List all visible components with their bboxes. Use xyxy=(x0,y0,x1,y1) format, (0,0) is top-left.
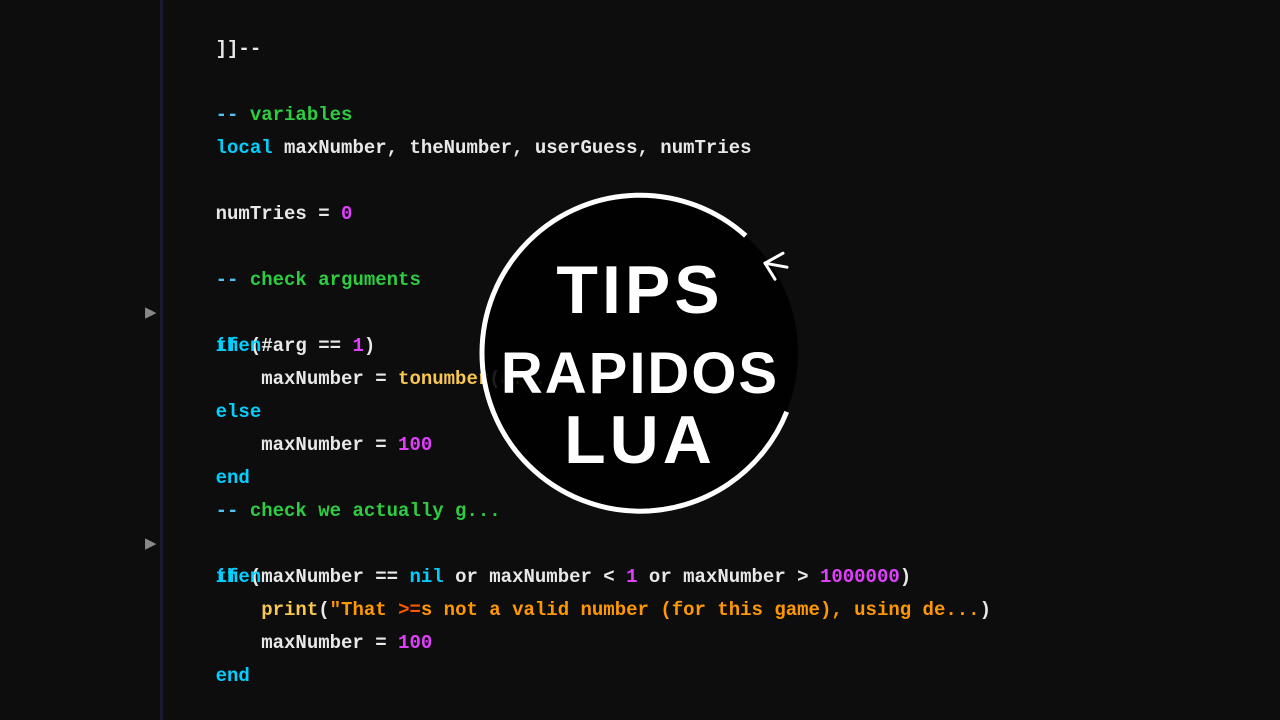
code-line-1: ]]-- xyxy=(170,0,1280,33)
code-line-comment1: -- variables xyxy=(170,66,1280,99)
code-line-blank5 xyxy=(170,693,1280,720)
code-line-then2: then xyxy=(170,528,1280,561)
line-gutter xyxy=(160,0,163,720)
svg-text:RAPIDOS: RAPIDOS xyxy=(501,341,779,406)
logo-overlay: TIPS RAPIDOS LUA xyxy=(470,183,810,523)
code-line-blank1 xyxy=(170,33,1280,66)
code-line-blank4 xyxy=(170,660,1280,693)
svg-text:LUA: LUA xyxy=(564,402,716,478)
svg-text:TIPS: TIPS xyxy=(556,252,723,328)
